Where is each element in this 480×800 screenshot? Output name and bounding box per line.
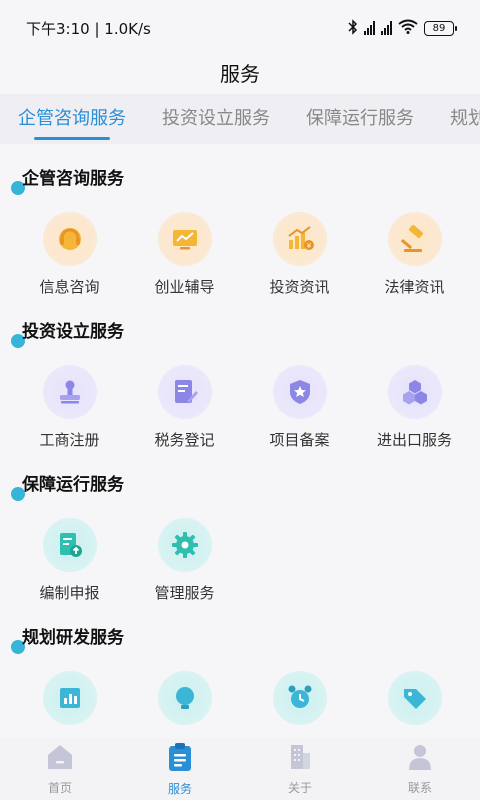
section-enterprise-consulting: 企管咨询服务 信息咨询 创业辅导 ¥ 投资资讯 法律资讯 <box>0 164 480 298</box>
service-label: 法律资讯 <box>384 278 445 296</box>
service-management[interactable]: 管理服务 <box>127 518 242 604</box>
section-title-text: 企管咨询服务 <box>22 169 124 189</box>
tab-planning-rd[interactable]: 规划研发服务 <box>432 94 480 144</box>
nav-label: 首页 <box>47 780 72 795</box>
section-title-text: 规划研发服务 <box>22 628 124 648</box>
service-grid: 工商注册 税务登记 项目备案 进出口服务 <box>0 365 480 451</box>
clipboard-icon <box>165 742 195 776</box>
nav-contact[interactable]: 联系 <box>360 743 480 796</box>
signal-icon <box>364 21 375 35</box>
nav-about[interactable]: 关于 <box>240 743 360 796</box>
building-icon <box>285 743 315 775</box>
status-bar: 下午3:10 | 1.0K/s 89 <box>0 0 480 56</box>
tab-operation-support[interactable]: 保障运行服务 <box>288 94 432 144</box>
gavel-icon <box>387 212 442 266</box>
tag-icon <box>387 671 442 725</box>
cubes-icon <box>387 365 442 419</box>
bar-growth-icon: ¥ <box>272 212 327 266</box>
nav-label: 服务 <box>167 781 192 796</box>
service-business-registration[interactable]: 工商注册 <box>12 365 127 451</box>
service-grid <box>0 671 480 725</box>
service-label: 编制申报 <box>39 584 100 602</box>
section-title: 企管咨询服务 <box>0 164 480 195</box>
bulb-icon <box>157 671 212 725</box>
service-planning-3[interactable] <box>242 671 357 725</box>
alarm-icon <box>272 671 327 725</box>
nav-label: 关于 <box>287 780 312 795</box>
headset-icon <box>42 212 97 266</box>
service-label: 管理服务 <box>154 584 215 602</box>
service-planning-1[interactable] <box>12 671 127 725</box>
nav-services[interactable]: 服务 <box>120 742 240 797</box>
tab-investment-setup[interactable]: 投资设立服务 <box>144 94 288 144</box>
section-title: 保障运行服务 <box>0 470 480 501</box>
status-icons: 89 <box>348 18 457 38</box>
section-title: 规划研发服务 <box>0 623 480 654</box>
page-title: 服务 <box>220 62 260 86</box>
upload-document-icon <box>42 518 97 572</box>
monitor-chart-icon <box>157 212 212 266</box>
service-label: 项目备案 <box>269 431 330 449</box>
bluetooth-icon <box>348 18 358 38</box>
svg-text:¥: ¥ <box>306 242 311 250</box>
tab-enterprise-consulting[interactable]: 企管咨询服务 <box>0 94 144 144</box>
battery-icon: 89 <box>424 20 457 36</box>
service-label: 进出口服务 <box>376 431 452 449</box>
service-project-filing[interactable]: 项目备案 <box>242 365 357 451</box>
service-planning-2[interactable] <box>127 671 242 725</box>
edit-document-icon <box>157 365 212 419</box>
service-label: 投资资讯 <box>269 278 330 296</box>
section-title: 投资设立服务 <box>0 317 480 348</box>
chart-icon <box>42 671 97 725</box>
service-label: 工商注册 <box>39 431 100 449</box>
service-import-export[interactable]: 进出口服务 <box>357 365 472 451</box>
contact-icon <box>405 743 435 775</box>
star-shield-icon <box>272 365 327 419</box>
home-icon <box>45 743 75 775</box>
bottom-navigation: 首页 服务 关于 联系 <box>0 738 480 800</box>
section-investment-setup: 投资设立服务 工商注册 税务登记 项目备案 进出口服务 <box>0 317 480 451</box>
wifi-icon <box>398 19 418 37</box>
status-time: 下午3:10 | 1.0K/s <box>26 19 151 38</box>
service-grid: 编制申报 管理服务 <box>0 518 480 604</box>
service-legal-news[interactable]: 法律资讯 <box>357 212 472 298</box>
nav-label: 联系 <box>407 780 432 795</box>
service-startup-guidance[interactable]: 创业辅导 <box>127 212 242 298</box>
section-title-text: 投资设立服务 <box>22 322 124 342</box>
section-title-text: 保障运行服务 <box>22 475 124 495</box>
signal-icon-2 <box>381 21 392 35</box>
service-label: 税务登记 <box>154 431 215 449</box>
section-planning-rd: 规划研发服务 <box>0 623 480 725</box>
service-planning-4[interactable] <box>357 671 472 725</box>
service-compile-declare[interactable]: 编制申报 <box>12 518 127 604</box>
service-label: 创业辅导 <box>154 278 215 296</box>
service-investment-news[interactable]: ¥ 投资资讯 <box>242 212 357 298</box>
service-info-consulting[interactable]: 信息咨询 <box>12 212 127 298</box>
service-label: 信息咨询 <box>39 278 100 296</box>
service-grid: 信息咨询 创业辅导 ¥ 投资资讯 法律资讯 <box>0 212 480 298</box>
stamp-icon <box>42 365 97 419</box>
services-content[interactable]: 企管咨询服务 信息咨询 创业辅导 ¥ 投资资讯 法律资讯 投资设立服务 工商注册… <box>0 150 480 738</box>
category-tabs: 企管咨询服务 投资设立服务 保障运行服务 规划研发服务 <box>0 94 480 144</box>
gear-icon <box>157 518 212 572</box>
service-tax-registration[interactable]: 税务登记 <box>127 365 242 451</box>
section-operation-support: 保障运行服务 编制申报 管理服务 <box>0 470 480 604</box>
nav-home[interactable]: 首页 <box>0 743 120 796</box>
